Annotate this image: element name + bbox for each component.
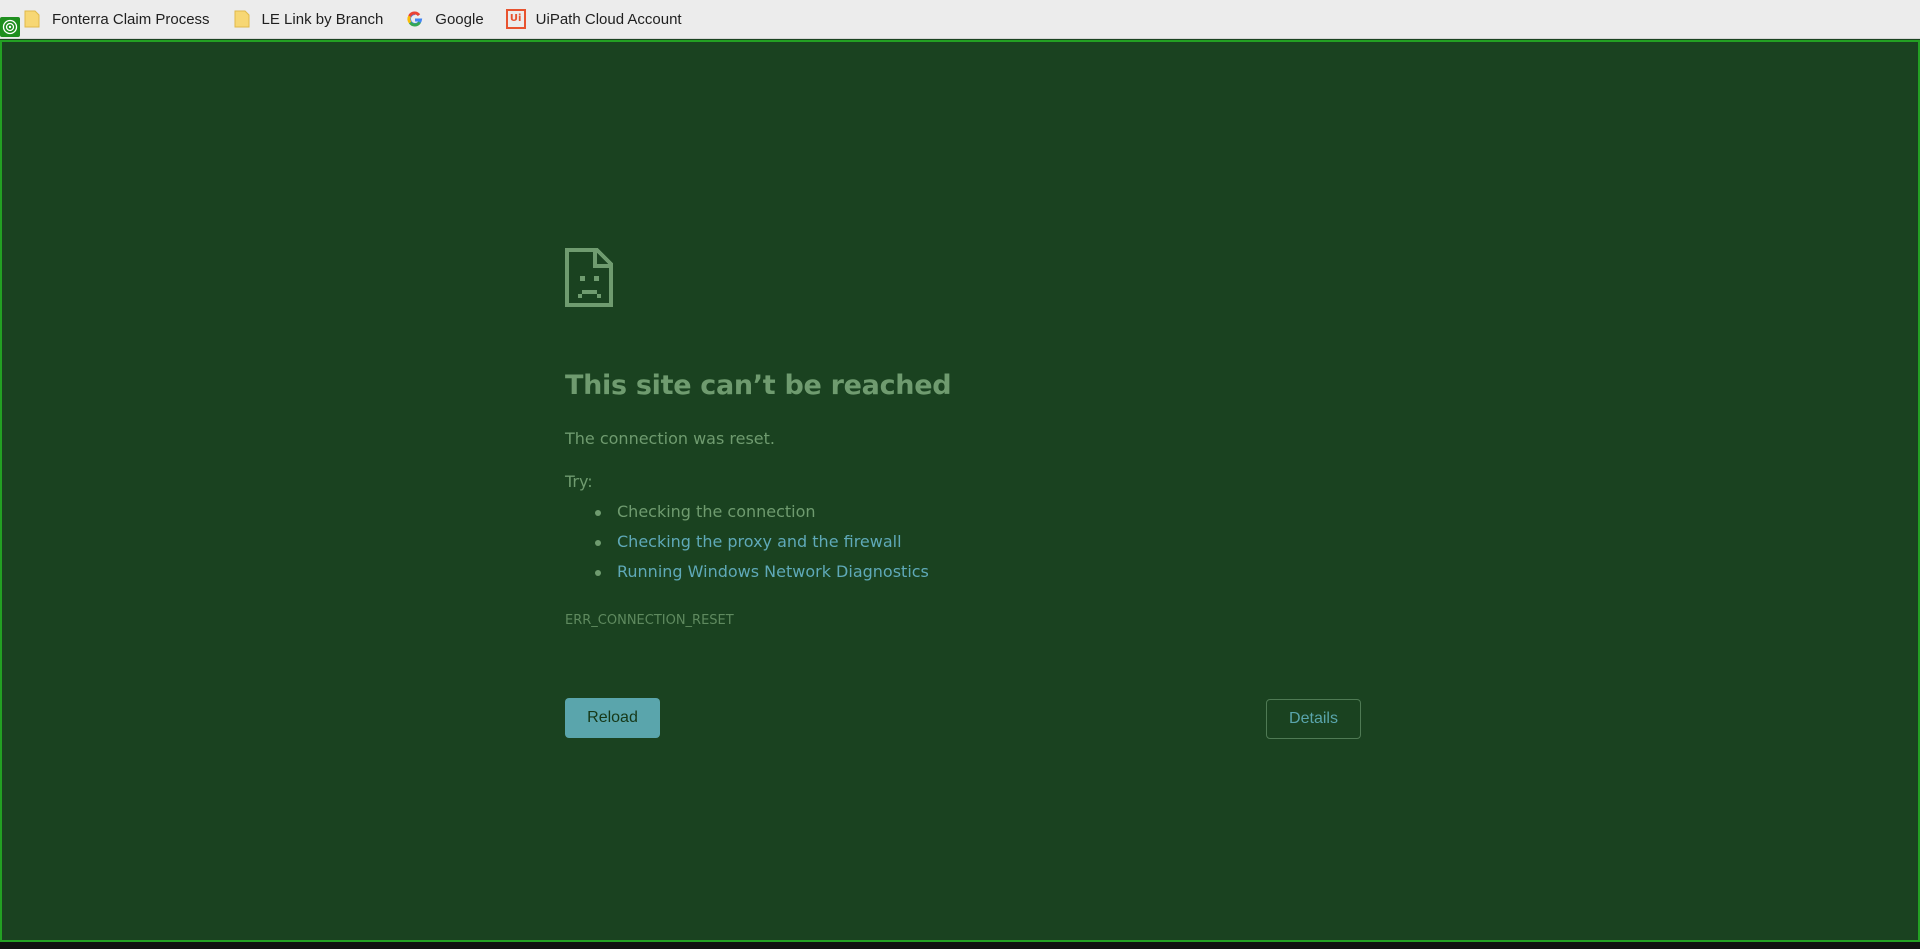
error-code: ERR_CONNECTION_RESET	[565, 613, 734, 628]
details-button[interactable]: Details	[1266, 699, 1361, 739]
button-row: Reload Details	[565, 698, 1361, 740]
page-content: This site can’t be reached The connectio…	[0, 40, 1920, 942]
suggestion-list: Checking the connection Checking the pro…	[595, 497, 1361, 587]
bookmark-uipath-cloud-account[interactable]: Ui UiPath Cloud Account	[504, 4, 694, 34]
bookmark-fonterra-claim-process[interactable]: Fonterra Claim Process	[20, 4, 222, 34]
bookmarks-bar: Fonterra Claim Process LE Link by Branch…	[0, 0, 1920, 39]
suggestion-network-diagnostics-link[interactable]: Running Windows Network Diagnostics	[595, 557, 1361, 587]
suggestion-check-connection: Checking the connection	[595, 497, 1361, 527]
folder-icon	[22, 9, 42, 29]
taskbar-edge	[0, 942, 1920, 949]
try-label: Try:	[565, 472, 593, 491]
error-title: This site can’t be reached	[565, 370, 952, 401]
folder-icon	[232, 9, 252, 29]
error-message: The connection was reset.	[565, 429, 776, 448]
bookmark-le-link-by-branch[interactable]: LE Link by Branch	[230, 4, 396, 34]
suggestion-check-proxy-link[interactable]: Checking the proxy and the firewall	[595, 527, 1361, 557]
bookmark-google[interactable]: Google	[403, 4, 495, 34]
reload-button[interactable]: Reload	[565, 698, 660, 738]
google-icon	[405, 9, 425, 29]
error-panel: This site can’t be reached The connectio…	[565, 248, 1361, 740]
sad-document-icon	[565, 248, 615, 308]
bookmark-label: Fonterra Claim Process	[52, 10, 210, 28]
target-icon	[0, 17, 20, 37]
bookmark-label: UiPath Cloud Account	[535, 10, 682, 28]
bookmark-label: Google	[435, 10, 484, 28]
uipath-icon: Ui	[505, 9, 526, 29]
bookmark-label: LE Link by Branch	[261, 10, 384, 28]
